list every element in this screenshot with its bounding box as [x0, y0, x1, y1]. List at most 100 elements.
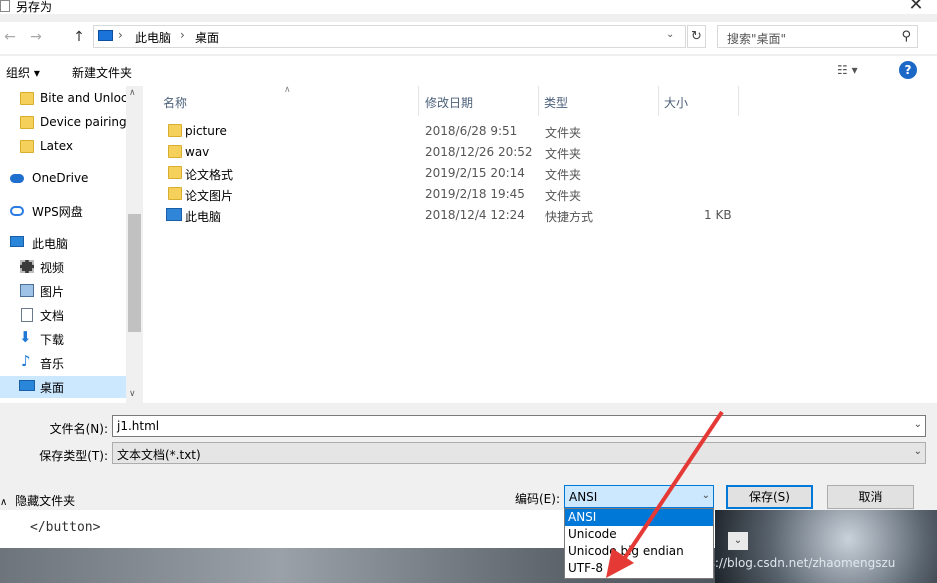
cancel-button[interactable]: 取消: [827, 485, 914, 509]
chevron-right-icon: ›: [180, 28, 185, 42]
column-header-date[interactable]: 修改日期: [425, 94, 473, 111]
forward-arrow-icon[interactable]: →: [26, 26, 46, 48]
chevron-down-icon[interactable]: ⌄: [914, 419, 922, 430]
table-row[interactable]: wav 2018/12/26 20:52 文件夹: [163, 142, 743, 163]
background-wallpaper: [715, 510, 937, 583]
up-arrow-icon[interactable]: ↑: [69, 26, 89, 48]
file-name: 此电脑: [185, 210, 222, 224]
sidebar-item-bite-and-unlock[interactable]: Bite and Unloc: [0, 88, 126, 110]
save-button[interactable]: 保存(S): [726, 485, 813, 509]
encoding-option-unicode-big-endian[interactable]: Unicode big endian: [565, 543, 713, 560]
hide-folders-toggle[interactable]: ∧ 隐藏文件夹: [0, 492, 75, 509]
chevron-down-icon[interactable]: ⌄: [702, 490, 710, 501]
file-type: 文件夹: [545, 189, 582, 203]
file-date: 2018/6/28 9:51: [425, 124, 518, 138]
refresh-icon[interactable]: ↻: [687, 25, 706, 48]
video-icon: [20, 260, 34, 273]
sidebar-item-wps-drive[interactable]: WPS网盘: [0, 200, 126, 222]
encoding-option-utf8[interactable]: UTF-8: [565, 560, 713, 577]
file-type: 文件夹: [545, 147, 582, 161]
filename-input[interactable]: j1.html ⌄: [112, 415, 926, 437]
breadcrumb-this-pc[interactable]: 此电脑: [135, 29, 171, 46]
encoding-select[interactable]: ANSI ⌄: [564, 485, 714, 508]
sidebar-scroll-thumb[interactable]: [128, 214, 141, 332]
sidebar-item-label: 音乐: [40, 357, 65, 371]
column-header-type[interactable]: 类型: [544, 94, 568, 111]
new-folder-button[interactable]: 新建文件夹: [72, 64, 132, 81]
sidebar-item-label: Device pairing: [40, 115, 126, 129]
file-name: 论文图片: [185, 189, 234, 203]
encoding-dropdown-list: ANSI Unicode Unicode big endian UTF-8: [564, 508, 714, 579]
chevron-down-icon[interactable]: ∨: [129, 389, 136, 399]
chevron-right-icon: ›: [118, 28, 123, 42]
chevron-down-icon[interactable]: ⌄: [666, 29, 674, 40]
sidebar-item-onedrive[interactable]: OneDrive: [0, 168, 126, 190]
sidebar-item-documents[interactable]: 文档: [0, 304, 126, 326]
cloud-icon: [10, 174, 24, 183]
encoding-option-unicode[interactable]: Unicode: [565, 526, 713, 543]
sidebar-item-desktop[interactable]: 桌面: [0, 376, 126, 398]
command-bar: 组织 ▾ 新建文件夹 ☷ ▾ ?: [0, 56, 937, 86]
title-bar: 另存为 ✕: [0, 0, 937, 15]
folder-icon: [20, 140, 34, 153]
sidebar-item-this-pc[interactable]: 此电脑: [0, 232, 126, 254]
view-options-icon[interactable]: ☷ ▾: [837, 63, 858, 77]
sidebar-item-label: 视频: [40, 261, 65, 275]
music-icon: ♪: [21, 352, 31, 370]
file-type: 文件夹: [545, 168, 582, 182]
sidebar-item-pictures[interactable]: 图片: [0, 280, 126, 302]
picture-icon: [20, 284, 34, 297]
column-header-name[interactable]: 名称: [163, 94, 187, 111]
folder-icon: [168, 166, 182, 179]
folder-icon: [168, 124, 182, 137]
file-size: 1 KB: [704, 208, 732, 222]
breadcrumb-desktop[interactable]: 桌面: [195, 29, 219, 46]
column-divider: [538, 86, 539, 116]
chevron-up-icon[interactable]: ∧: [129, 88, 136, 98]
navigation-pane: Bite and Unloc Device pairing Latex OneD…: [0, 86, 143, 403]
table-row[interactable]: 此电脑 2018/12/4 12:24 快捷方式 1 KB: [163, 205, 743, 226]
address-bar[interactable]: › 此电脑 › 桌面 ⌄: [93, 25, 686, 48]
folder-icon: [168, 145, 182, 158]
window-title: 另存为: [16, 0, 53, 14]
sidebar-item-downloads[interactable]: ⬇ 下载: [0, 328, 126, 350]
sidebar-item-latex[interactable]: Latex: [0, 136, 126, 158]
back-arrow-icon[interactable]: ←: [0, 26, 20, 48]
cloud-icon: [10, 206, 24, 216]
sidebar-item-label: 图片: [40, 285, 65, 299]
sidebar-item-music[interactable]: ♪ 音乐: [0, 352, 126, 374]
encoding-option-ansi[interactable]: ANSI: [565, 509, 713, 526]
file-date: 2018/12/4 12:24: [425, 208, 525, 222]
column-divider: [658, 86, 659, 116]
chevron-down-icon[interactable]: ⌄: [914, 446, 922, 457]
close-icon[interactable]: ✕: [904, 0, 928, 15]
file-type: 快捷方式: [545, 210, 594, 224]
sidebar-item-label: 此电脑: [32, 237, 69, 251]
filetype-value: 文本文档(*.txt): [117, 448, 201, 462]
organize-button[interactable]: 组织 ▾: [6, 64, 40, 81]
document-icon: [21, 308, 33, 322]
sidebar-item-device-pairing[interactable]: Device pairing: [0, 112, 126, 134]
search-icon: ⚲: [901, 29, 911, 44]
file-name: picture: [185, 124, 227, 138]
filetype-select[interactable]: 文本文档(*.txt) ⌄: [112, 442, 926, 464]
column-header-size[interactable]: 大小: [664, 94, 688, 111]
help-icon[interactable]: ?: [899, 61, 917, 79]
sidebar-item-videos[interactable]: 视频: [0, 256, 126, 278]
sidebar-item-label: WPS网盘: [32, 205, 83, 219]
file-date: 2019/2/18 19:45: [425, 187, 525, 201]
file-name: 论文格式: [185, 168, 234, 182]
table-row[interactable]: 论文格式 2019/2/15 20:14 文件夹: [163, 163, 743, 184]
table-row[interactable]: picture 2018/6/28 9:51 文件夹: [163, 121, 743, 142]
table-row[interactable]: 论文图片 2019/2/18 19:45 文件夹: [163, 184, 743, 205]
filename-value: j1.html: [117, 419, 160, 433]
sidebar-item-label: 下载: [40, 333, 65, 347]
chevron-up-icon: ∧: [0, 497, 8, 508]
watermark: https://blog.csdn.net/zhaomengszu: [684, 556, 896, 570]
sidebar-scrollbar[interactable]: ∧ ∨: [126, 86, 143, 403]
sort-ascending-icon: ∧: [284, 85, 291, 95]
sidebar-item-label: OneDrive: [32, 171, 89, 185]
sidebar-item-label: Latex: [40, 139, 74, 153]
folder-icon: [20, 92, 34, 105]
search-input[interactable]: 搜索"桌面" ⚲: [717, 25, 918, 48]
